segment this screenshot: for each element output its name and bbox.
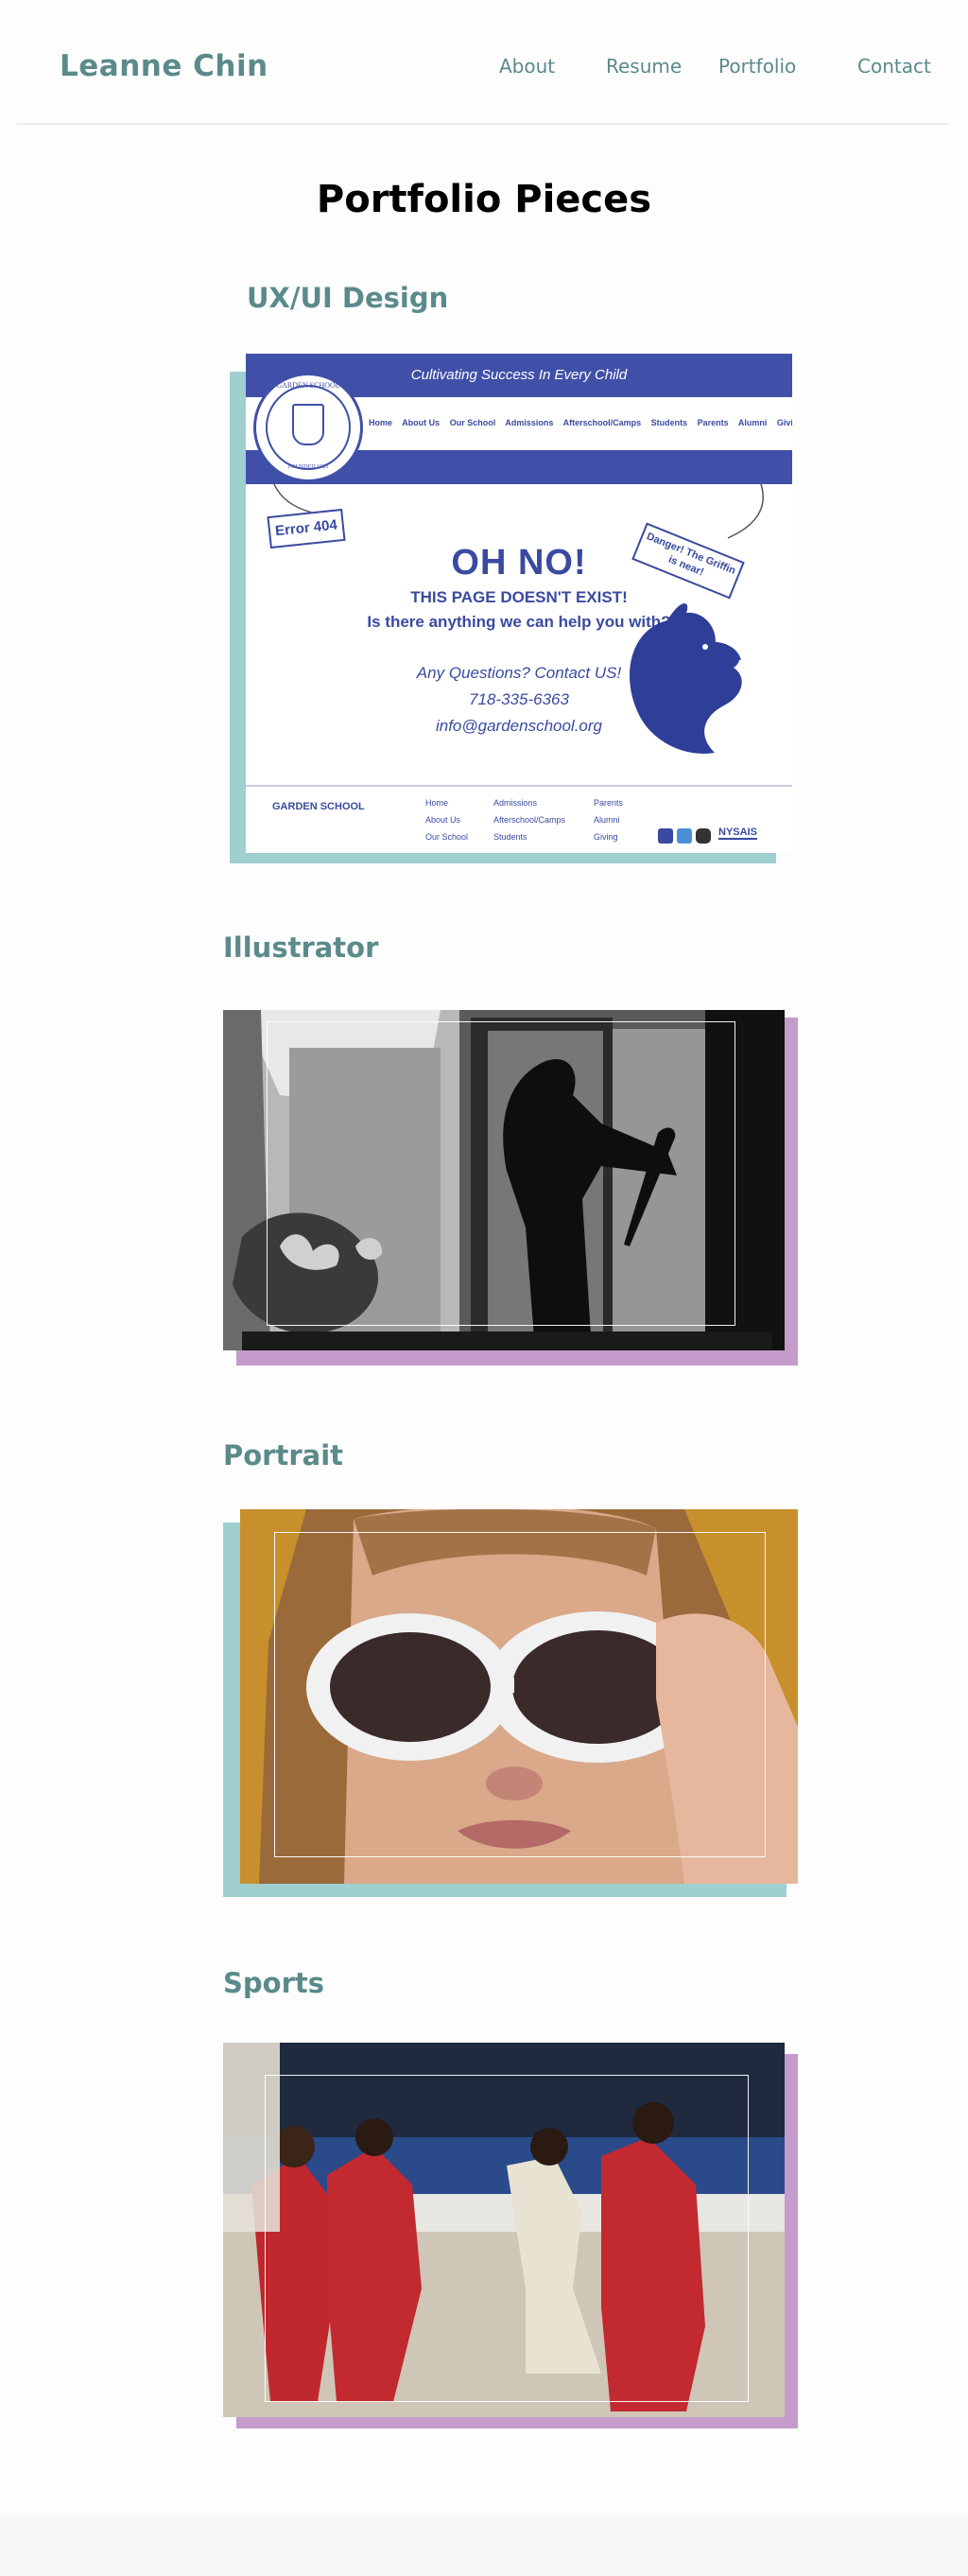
ux-headline: OH NO!	[451, 543, 587, 583]
illustrator-inner-frame	[267, 1021, 735, 1326]
ux-footer-school: GARDEN SCHOOL	[272, 801, 365, 812]
ux-footer-link: Our School	[425, 832, 469, 842]
portrait-inner-frame	[274, 1532, 766, 1857]
ux-footer-link: Alumni	[594, 815, 620, 825]
section-title-portrait: Portrait	[223, 1439, 344, 1471]
nav-portfolio-link[interactable]: Portfolio	[718, 55, 796, 78]
facebook-icon	[658, 828, 673, 844]
griffin-icon	[630, 603, 742, 754]
ux-footer-link: Home	[425, 798, 449, 808]
ux-footer-divider	[246, 785, 792, 787]
nav-contact-link[interactable]: Contact	[857, 55, 931, 78]
ux-footer-col3: Parents Alumni Giving	[594, 794, 623, 845]
section-title-ux-ui: UX/UI Design	[247, 282, 449, 314]
ux-footer-link: Parents	[594, 798, 624, 808]
page-bottom-band	[0, 2515, 968, 2576]
sports-image[interactable]	[223, 2043, 785, 2417]
twitter-icon	[677, 828, 692, 844]
ux-footer-link: About Us	[425, 815, 461, 825]
ux-footer-link: Students	[493, 832, 527, 842]
header-divider	[17, 123, 949, 125]
illustrator-image[interactable]	[223, 1010, 785, 1350]
section-title-sports: Sports	[223, 1967, 324, 1999]
portrait-image[interactable]	[240, 1509, 798, 1884]
nav-about-link[interactable]: About	[499, 55, 555, 78]
instagram-icon	[696, 828, 711, 844]
ux-footer-badge: NYSAIS	[718, 827, 757, 840]
sports-inner-frame	[265, 2075, 749, 2402]
ux-footer-link: Giving	[594, 832, 618, 842]
nav-resume-link[interactable]: Resume	[606, 55, 682, 78]
ux-footer-col2: Admissions Afterschool/Camps Students	[493, 794, 565, 845]
page-title: Portfolio Pieces	[316, 178, 652, 221]
ux-footer-col1: Home About Us Our School	[425, 794, 468, 845]
section-title-illustrator: Illustrator	[223, 931, 379, 964]
ux-footer-link: Afterschool/Camps	[493, 815, 566, 825]
ux-ui-design-image[interactable]: Cultivating Success In Every Child Home …	[246, 354, 792, 853]
site-brand-link[interactable]: Leanne Chin	[60, 49, 268, 83]
site-header: Leanne Chin About Resume Portfolio Conta…	[0, 0, 968, 125]
ux-footer-link: Admissions	[493, 798, 538, 808]
